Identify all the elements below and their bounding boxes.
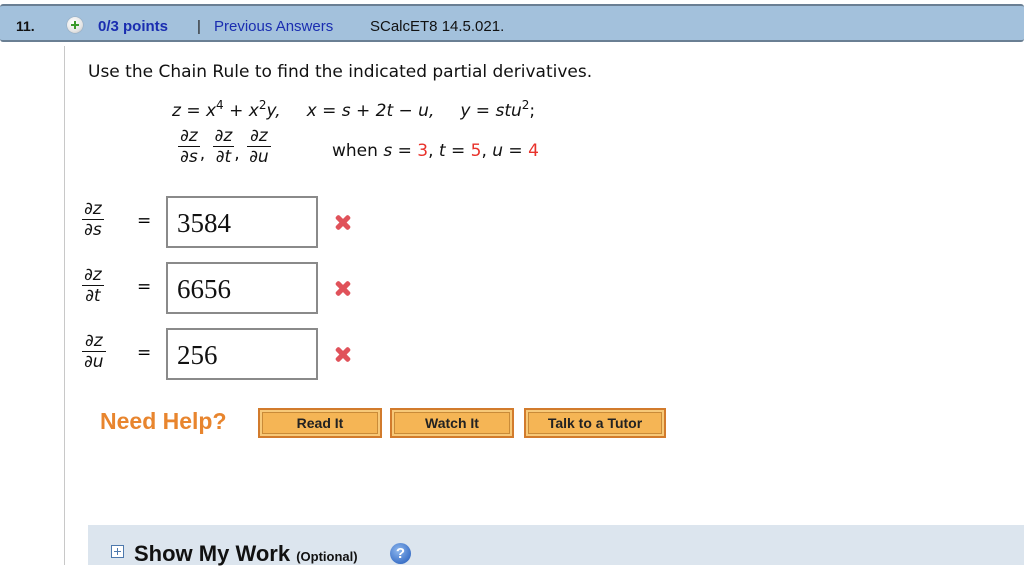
need-help-label: Need Help? <box>100 408 227 434</box>
problem-code: SCalcET8 14.5.021. <box>370 18 505 35</box>
u-value: 4 <box>528 141 539 161</box>
optional-label: (Optional) <box>296 549 358 564</box>
requested-derivatives: ∂z ∂s, ∂z ∂t, ∂z ∂u <box>178 126 271 167</box>
equals-sign: = <box>137 277 152 297</box>
question-header: 11. 0/3 points | Previous Answers SCalcE… <box>0 4 1024 42</box>
x-mark-icon <box>333 278 353 298</box>
plus-square-icon[interactable] <box>111 545 124 558</box>
answer-label-dz-dt: ∂z ∂t <box>82 265 104 306</box>
left-divider <box>64 46 65 565</box>
x-mark-icon <box>333 344 353 364</box>
answer-input-dz-du[interactable]: 256 <box>166 328 318 380</box>
evaluation-condition: when s = 3, t = 5, u = 4 <box>332 141 539 161</box>
question-number: 11. <box>16 18 35 34</box>
equals-sign: = <box>137 211 152 231</box>
x-mark-icon <box>333 212 353 232</box>
previous-answers-link[interactable]: Previous Answers <box>214 18 333 35</box>
y-definition: y = stu2; <box>460 98 536 121</box>
answer-label-dz-ds: ∂z ∂s <box>82 199 104 240</box>
answer-label-dz-du: ∂z ∂u <box>82 331 106 372</box>
points-score: 0/3 points <box>98 18 169 35</box>
derivative-dz-ds: ∂z ∂s <box>178 126 200 167</box>
z-definition: z = x4 + x2y, <box>172 98 281 121</box>
question-mark-icon[interactable]: ? <box>390 543 411 564</box>
x-definition: x = s + 2t − u, <box>306 101 435 121</box>
derivative-dz-du: ∂z ∂u <box>247 126 271 167</box>
answer-input-dz-dt[interactable]: 6656 <box>166 262 318 314</box>
separator: | <box>197 18 201 35</box>
watch-it-button[interactable]: Watch It <box>390 408 514 438</box>
s-value: 3 <box>417 141 429 161</box>
given-equations: z = x4 + x2y, x = s + 2t − u, y = stu2; <box>172 98 536 121</box>
equals-sign: = <box>137 343 152 363</box>
talk-to-tutor-button[interactable]: Talk to a Tutor <box>524 408 666 438</box>
derivative-dz-dt: ∂z ∂t <box>212 126 235 167</box>
show-my-work-toggle[interactable]: Show My Work (Optional) <box>134 541 358 567</box>
show-my-work-panel: Show My Work (Optional) ? <box>88 525 1024 567</box>
answer-input-dz-ds[interactable]: 3584 <box>166 196 318 248</box>
read-it-button[interactable]: Read It <box>258 408 382 438</box>
t-value: 5 <box>470 141 482 161</box>
question-prompt: Use the Chain Rule to find the indicated… <box>88 62 593 82</box>
plus-circle-icon[interactable] <box>67 17 83 33</box>
